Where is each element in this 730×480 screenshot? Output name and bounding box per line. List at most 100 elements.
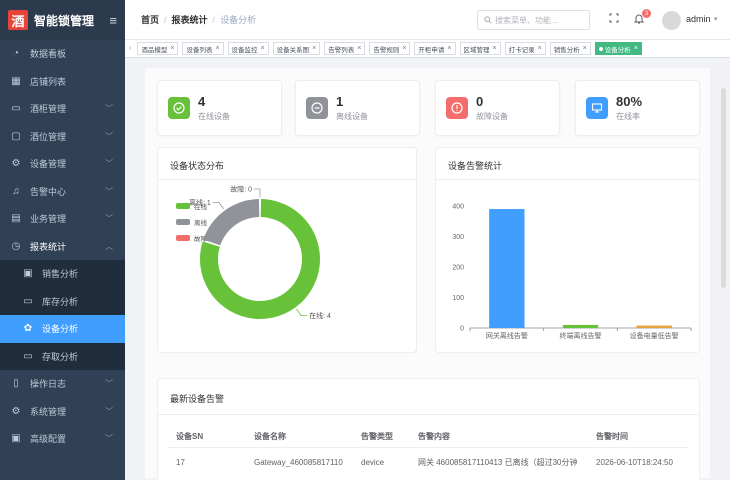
sidebar-item-label: 操作日志: [30, 379, 67, 390]
tab-4[interactable]: 设备关系图 ×: [272, 42, 321, 55]
sidebar-item-label: 存取分析: [42, 351, 79, 362]
tab-6[interactable]: 告警规则 ×: [369, 42, 411, 55]
close-icon[interactable]: ×: [215, 45, 219, 52]
search-input[interactable]: [495, 15, 585, 25]
stat-value: 0: [476, 94, 484, 109]
chevron-down-icon: ﹀: [105, 159, 113, 169]
sidebar-item-label: 店铺列表: [30, 76, 67, 87]
sidebar-item-15[interactable]: ▣ 高级配置 ﹀: [0, 425, 125, 453]
tab-label: 设备关系图: [276, 46, 310, 54]
label-leader-line: [254, 188, 261, 197]
sidebar-item-label: 库存分析: [42, 296, 79, 307]
close-icon[interactable]: ×: [634, 45, 638, 52]
sidebar-item-7[interactable]: ▤ 业务管理 ﹀: [0, 205, 125, 233]
close-icon[interactable]: ×: [170, 45, 174, 52]
scrollbar[interactable]: [721, 88, 726, 288]
tab-8[interactable]: 区域管理 ×: [459, 42, 501, 55]
hamburger-icon[interactable]: ≡: [109, 13, 117, 28]
menu-search[interactable]: [477, 10, 590, 30]
sidebar-item-13[interactable]: ▯ 操作日志 ﹀: [0, 370, 125, 398]
close-icon[interactable]: ×: [493, 45, 497, 52]
y-tick-label: 200: [452, 265, 464, 272]
sidebar-item-2[interactable]: ▦ 店铺列表: [0, 68, 125, 96]
chevron-left-icon[interactable]: ‹: [129, 45, 131, 52]
username[interactable]: admin: [686, 14, 711, 24]
breadcrumb-reports[interactable]: 报表统计: [172, 13, 208, 26]
tab-3[interactable]: 设备监控 ×: [227, 42, 269, 55]
tab-1[interactable]: 酒品模型 ×: [137, 42, 179, 55]
minus-circle-icon: [306, 97, 328, 119]
tags-view: ‹ 酒品模型 × 设备列表 × 设备监控 × 设备关系图 × 告警列表 × 告警规则 × 开柜申请 × 区域…: [125, 40, 730, 58]
sidebar-item-9[interactable]: ▣ 销售分析: [0, 260, 125, 288]
sidebar-item-5[interactable]: ⚙ 设备管理 ﹀: [0, 150, 125, 178]
close-icon[interactable]: ×: [583, 45, 587, 52]
table-cell: Gateway_460085817110: [254, 457, 343, 467]
breadcrumb-separator: /: [164, 14, 167, 25]
stat-text: 1 离线设备: [336, 94, 368, 122]
tab-label: 打卡记录: [508, 46, 535, 54]
sidebar-item-6[interactable]: ♫ 告警中心 ﹀: [0, 178, 125, 206]
header: 首页 / 报表统计 / 设备分析 3 admin ▾: [125, 0, 730, 40]
sidebar-item-14[interactable]: ⚙ 系统管理 ﹀: [0, 398, 125, 426]
sidebar-item-1[interactable]: ◔ 数据看板: [0, 40, 125, 68]
sidebar-item-3[interactable]: ▭ 酒柜管理 ﹀: [0, 95, 125, 123]
notification-badge: 3: [642, 9, 651, 18]
avatar[interactable]: [662, 11, 681, 30]
sidebar-item-12[interactable]: ▭ 存取分析: [0, 342, 125, 370]
close-icon[interactable]: ×: [312, 45, 316, 52]
tab-2[interactable]: 设备列表 ×: [182, 42, 224, 55]
y-tick-label: 100: [452, 295, 464, 302]
column-header: 告警内容: [418, 432, 450, 441]
close-icon[interactable]: ×: [402, 45, 406, 52]
stat-value: 80%: [616, 94, 643, 109]
close-icon[interactable]: ×: [261, 45, 265, 52]
tab-label: 设备分析: [604, 46, 631, 54]
tab-label: 开柜申请: [418, 46, 445, 54]
stat-label: 在线设备: [198, 112, 230, 121]
bar[interactable]: [562, 324, 599, 328]
sales-icon: ▣: [23, 268, 33, 280]
fullscreen-icon[interactable]: [609, 13, 619, 23]
sidebar: 酒 智能锁管理 ≡ ◔ 数据看板 ▦ 店铺列表 ▭ 酒柜管理 ﹀ ▢ 酒位管理 ﹀ ⚙ 设备管理 ﹀ ♫ 告…: [0, 0, 125, 480]
tab-10[interactable]: 销售分析 ×: [549, 42, 591, 55]
tab-9[interactable]: 打卡记录 ×: [504, 42, 546, 55]
table-row[interactable]: 17 Gateway_460085817110 device 网关 460085817…: [168, 448, 688, 476]
pie-slice[interactable]: [203, 199, 260, 246]
check-circle-icon: [168, 97, 190, 119]
sidebar-item-label: 销售分析: [42, 269, 79, 280]
alarm-statistics-panel: 设备告警统计 0 100 200 300 400 网关离线告警 终端离线告警 设备电量低告警: [435, 147, 700, 353]
y-tick-label: 0: [460, 326, 464, 333]
sidebar-item-8[interactable]: ◷ 报表统计 ︿: [0, 233, 125, 261]
sidebar-item-label: 报表统计: [30, 241, 67, 252]
stat-card: 0 故障设备: [435, 80, 560, 136]
log-icon: ▯: [13, 378, 19, 390]
bar[interactable]: [489, 209, 525, 328]
stat-text: 0 故障设备: [476, 94, 508, 122]
tab-label: 设备监控: [231, 46, 258, 54]
tab-7[interactable]: 开柜申请 ×: [414, 42, 456, 55]
sidebar-item-10[interactable]: ▭ 库存分析: [0, 287, 125, 315]
tab-label: 销售分析: [553, 46, 580, 54]
sidebar-item-label: 数据看板: [30, 49, 67, 60]
alert-circle-icon: [446, 97, 468, 119]
sidebar-item-4[interactable]: ▢ 酒位管理 ﹀: [0, 123, 125, 151]
bar[interactable]: [636, 325, 672, 328]
stat-label: 故障设备: [476, 112, 508, 121]
close-icon[interactable]: ×: [447, 45, 451, 52]
stat-value: 4: [198, 94, 206, 109]
breadcrumb-home[interactable]: 首页: [141, 13, 159, 26]
panel-title: 最新设备告警: [170, 394, 225, 404]
stat-label: 离线设备: [336, 112, 368, 121]
chevron-down-icon[interactable]: ▾: [714, 15, 718, 23]
tab-5[interactable]: 告警列表 ×: [324, 42, 366, 55]
column-header: 设备名称: [254, 432, 286, 441]
slot-icon: ▢: [11, 130, 21, 142]
tab-label: 告警规则: [373, 46, 400, 54]
sidebar-item-11[interactable]: ✿ 设备分析: [0, 315, 125, 343]
close-icon[interactable]: ×: [357, 45, 361, 52]
brand-title: 智能锁管理: [34, 13, 95, 28]
brand-logo: 酒: [8, 10, 28, 30]
tab-11[interactable]: 设备分析 ×: [594, 42, 642, 55]
close-icon[interactable]: ×: [538, 45, 542, 52]
chevron-down-icon: ﹀: [105, 379, 113, 389]
